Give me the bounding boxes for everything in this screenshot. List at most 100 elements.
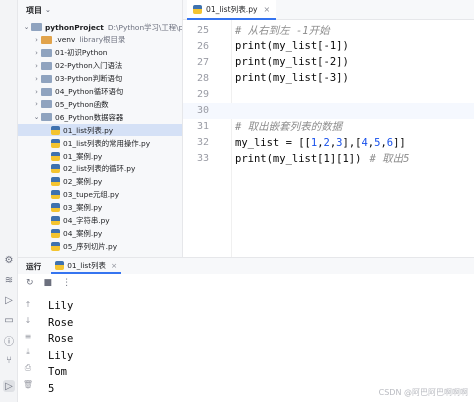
chevron-right-icon[interactable]: › — [32, 88, 41, 96]
editor-tab-01-list[interactable]: 01_list列表.py × — [187, 0, 277, 20]
console-output-line: 5 — [48, 382, 55, 395]
tree-file-item[interactable]: 01_list列表.py — [18, 124, 182, 137]
editor-tab-label: 01_list列表.py — [206, 4, 258, 14]
print-icon[interactable]: ⎙ — [22, 360, 34, 376]
tree-folder-item[interactable]: › 05_Python函数 — [18, 98, 182, 110]
python-file-icon — [51, 125, 60, 135]
tree-item-label: 01_list列表.py — [63, 125, 114, 135]
python-file-icon — [51, 228, 60, 238]
folder-icon — [41, 113, 52, 122]
run-icon[interactable]: ▷ — [3, 380, 15, 392]
python-file-icon — [51, 241, 60, 251]
tree-file-item[interactable]: 04_案例.py — [18, 227, 182, 239]
python-file-icon — [51, 177, 60, 187]
python-file-icon — [51, 151, 60, 161]
project-panel: 项目 ⌄ ⌄ pythonProjectD:\Python学习\工程\python… — [18, 0, 183, 257]
run-panel-title: 运行 — [26, 261, 42, 271]
tree-item-label: 01_list列表的常用操作.py — [63, 138, 151, 148]
chevron-down-icon[interactable]: ⌄ — [22, 23, 31, 31]
tree-folder-item[interactable]: › 01-初识Python — [18, 47, 182, 59]
chevron-right-icon[interactable]: › — [32, 100, 41, 108]
line-number: 32 — [196, 137, 209, 149]
code-line[interactable]: 33 print(my_list[1][1]) # 取出5 — [183, 151, 474, 167]
code-line[interactable]: 32 my_list = [[1,2,3],[4,5,6]] — [183, 135, 474, 151]
code-line[interactable]: 25 # 从右到左 -1开始 — [183, 22, 474, 38]
library-root-note: library根目录 — [79, 35, 126, 45]
wrap-icon[interactable]: ≡ — [22, 328, 34, 344]
line-number: 31 — [196, 121, 209, 133]
folder-icon — [41, 87, 52, 96]
tree-item-label: 05_序列切片.py — [63, 241, 118, 251]
tree-file-item[interactable]: 02_list列表的循环.py — [18, 163, 182, 175]
chevron-right-icon[interactable]: › — [32, 49, 41, 57]
python-file-icon — [55, 260, 65, 270]
code-text: my_list = [[1,2,3],[4,5,6]] — [235, 136, 406, 149]
code-line[interactable]: 30 — [183, 102, 474, 119]
arrow-down-icon[interactable]: ↓ — [22, 312, 34, 328]
tree-folder-item[interactable]: › 02-Python入门语法 — [18, 60, 182, 72]
line-number: 30 — [196, 105, 209, 116]
tree-item-label: 01_案例.py — [63, 151, 103, 161]
tree-folder-item[interactable]: ⌄ pythonProjectD:\Python学习\工程\pythonPr — [18, 21, 183, 33]
chevron-down-icon[interactable]: ⌄ — [32, 113, 41, 121]
more-icon[interactable]: ⋮ — [62, 278, 71, 288]
scroll-end-icon[interactable]: ⤓ — [22, 344, 34, 360]
tree-item-label: 03_案例.py — [63, 203, 103, 213]
tree-folder-item[interactable]: ⌄ 06_Python数据容器 — [18, 111, 182, 123]
chevron-right-icon[interactable]: › — [32, 36, 41, 44]
arrow-up-icon[interactable]: ↑ — [22, 296, 34, 312]
chevron-down-icon[interactable]: ⌄ — [45, 6, 51, 14]
code-line[interactable]: 31 # 取出嵌套列表的数据 — [183, 119, 474, 135]
git-icon[interactable]: ⑂ — [3, 354, 15, 366]
tree-item-label: pythonProject — [45, 22, 104, 32]
python-file-icon — [51, 190, 60, 200]
services-icon[interactable]: ▷ — [3, 294, 15, 306]
problems-icon[interactable]: ⓘ — [3, 334, 15, 348]
code-line[interactable]: 27 print(my_list[-2]) — [183, 54, 474, 70]
console-output-line: Lily — [48, 300, 74, 312]
chevron-right-icon[interactable]: › — [32, 62, 41, 70]
tree-item-label: 03_tupe元组.py — [63, 190, 120, 200]
run-side-toolbar: ↑ ↓ ≡ ⤓ ⎙ 🗑 — [22, 296, 34, 392]
code-text: # 从右到左 -1开始 — [235, 24, 330, 37]
tree-folder-item[interactable]: › 04_Python循环语句 — [18, 86, 182, 98]
tree-file-item[interactable]: 01_案例.py — [18, 150, 182, 162]
tree-file-item[interactable]: 03_tupe元组.py — [18, 189, 182, 201]
console-output-line: Lily — [48, 349, 74, 362]
stop-icon[interactable]: ■ — [44, 278, 53, 288]
code-line[interactable]: 28 print(my_list[-3]) — [183, 70, 474, 86]
left-tool-strip: ⚙ ≋ ▷ ▭ ⓘ ⑂ ▷ — [0, 0, 18, 402]
code-line[interactable]: 26 print(my_list[-1]) — [183, 38, 474, 54]
tree-item-label: 02-Python入门语法 — [55, 61, 123, 71]
tree-file-item[interactable]: 04_字符串.py — [18, 215, 182, 227]
tree-folder-item[interactable]: › 03-Python判断语句 — [18, 73, 182, 85]
rerun-icon[interactable]: ↻ — [26, 278, 34, 288]
tree-folder-item[interactable]: › .venv library根目录 — [18, 34, 182, 46]
close-icon[interactable]: × — [111, 261, 117, 270]
tree-file-item[interactable]: 02_案例.py — [18, 176, 182, 188]
layers-icon[interactable]: ≋ — [3, 274, 15, 286]
line-number: 33 — [196, 153, 209, 165]
python-packages-icon[interactable]: ⚙ — [3, 254, 15, 266]
project-panel-header[interactable]: 项目 ⌄ — [18, 0, 182, 20]
tree-item-label: 02_案例.py — [63, 177, 103, 187]
folder-icon — [41, 61, 52, 70]
tree-file-item[interactable]: 05_序列切片.py — [18, 240, 182, 252]
chevron-right-icon[interactable]: › — [32, 75, 41, 83]
code-editor[interactable]: 25 # 从右到左 -1开始 26 print(my_list[-1]) 27 print… — [183, 20, 474, 257]
run-tab-label: 01_list列表 — [67, 260, 106, 270]
tree-file-item[interactable]: 01_list列表的常用操作.py — [18, 137, 182, 149]
tree-item-label: 03-Python判断语句 — [55, 74, 123, 84]
tree-file-item[interactable]: 03_案例.py — [18, 202, 182, 214]
watermark: CSDN @阿巴阿巴啊啊啊 — [378, 388, 468, 397]
project-path: D:\Python学习\工程\pythonPr — [107, 22, 183, 32]
line-number: 25 — [196, 24, 209, 36]
close-icon[interactable]: × — [264, 5, 271, 14]
run-tab-01-list[interactable]: 01_list列表 × — [51, 258, 122, 274]
code-line[interactable]: 29 — [183, 86, 474, 102]
inline-comment: # 取出5 — [369, 153, 410, 166]
terminal-icon[interactable]: ▭ — [3, 314, 15, 326]
trash-icon[interactable]: 🗑 — [22, 376, 34, 392]
project-panel-title: 项目 — [26, 5, 42, 15]
tree-item-label: 02_list列表的循环.py — [63, 164, 136, 174]
